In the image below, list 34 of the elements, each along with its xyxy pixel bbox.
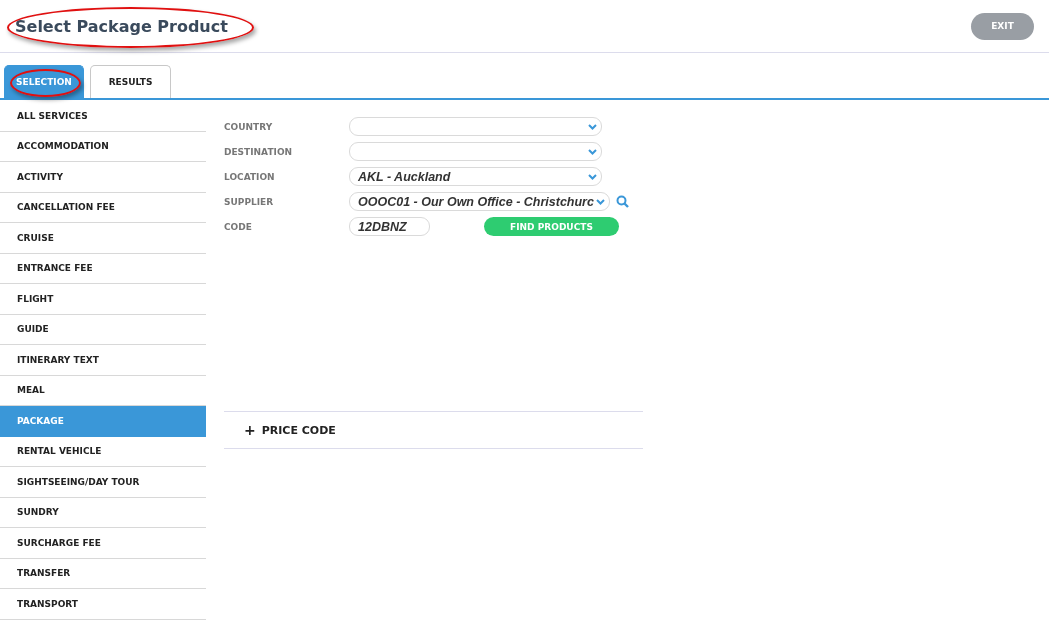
- chevron-down-icon: [588, 173, 597, 180]
- sidebar-item[interactable]: SUNDRY: [0, 497, 206, 528]
- tab[interactable]: RESULTS: [90, 65, 171, 98]
- sidebar-item[interactable]: RENTAL VEHICLE: [0, 436, 206, 467]
- sidebar-item[interactable]: ALL SERVICES: [0, 101, 206, 132]
- chevron-down-icon: [588, 148, 597, 155]
- sidebar-item[interactable]: CANCELLATION FEE: [0, 192, 206, 223]
- field-label: SUPPLIER: [224, 196, 275, 207]
- page-title: Select Package Product: [15, 16, 228, 36]
- dropdown-field[interactable]: [349, 117, 602, 136]
- sidebar-item[interactable]: TRANSFER: [0, 558, 206, 589]
- section-label[interactable]: PRICE CODE: [261, 423, 336, 437]
- sidebar-item[interactable]: ENTRANCE FEE: [0, 253, 206, 284]
- field-label: DESTINATION: [224, 146, 294, 157]
- sidebar-item[interactable]: ITINERARY TEXT: [0, 345, 206, 376]
- sidebar-item[interactable]: ACTIVITY: [0, 162, 206, 193]
- dropdown-field[interactable]: [349, 142, 602, 161]
- sidebar-item[interactable]: ACCOMMODATION: [0, 131, 206, 162]
- dropdown-field[interactable]: OOOC01 - Our Own Office - Christchurc: [349, 192, 610, 211]
- sidebar-item[interactable]: SURCHARGE FEE: [0, 528, 206, 559]
- search-icon[interactable]: [615, 195, 629, 208]
- sidebar-item[interactable]: CRUISE: [0, 223, 206, 254]
- field-label: COUNTRY: [224, 121, 274, 132]
- sidebar-item[interactable]: FLIGHT: [0, 284, 206, 315]
- chevron-down-icon: [595, 198, 605, 205]
- sidebar-item[interactable]: GUIDE: [0, 314, 206, 345]
- input-field[interactable]: 12DBNZ: [349, 217, 430, 236]
- chevron-down-icon: [588, 123, 597, 130]
- field-label: CODE: [224, 221, 253, 232]
- sidebar-item[interactable]: SIGHTSEEING/DAY TOUR: [0, 467, 206, 498]
- expand-toggle[interactable]: +: [244, 422, 256, 438]
- sidebar-item[interactable]: TRANSPORT: [0, 589, 206, 620]
- field-label: LOCATION: [224, 171, 276, 182]
- dropdown-field[interactable]: AKL - Auckland: [349, 167, 602, 186]
